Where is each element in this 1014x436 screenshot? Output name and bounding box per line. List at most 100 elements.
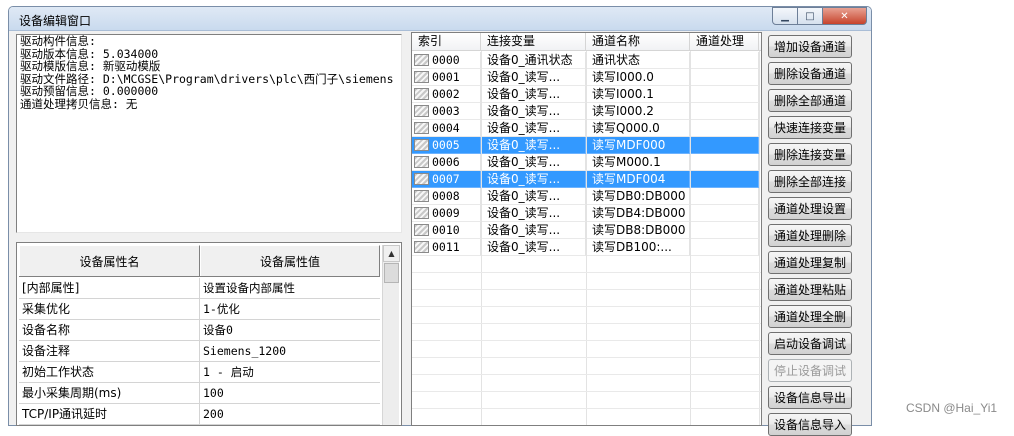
channel-name: 读写MDF000 [586, 137, 690, 154]
channel-processing [690, 103, 759, 120]
property-name-header[interactable]: 设备属性名 [19, 245, 200, 276]
scrollbar-thumb[interactable] [384, 263, 399, 283]
minimize-icon: ▁ [781, 10, 789, 22]
action-button[interactable]: 快速连接变量 [768, 116, 852, 139]
channel-processing [690, 86, 759, 103]
action-button[interactable]: 增加设备通道 [768, 35, 852, 58]
channel-icon [414, 207, 429, 219]
channel-index-cell: 0000 [412, 52, 481, 69]
channel-processing [690, 239, 759, 256]
scroll-up-icon[interactable]: ▲ [383, 245, 400, 262]
channel-processing [690, 205, 759, 222]
grid-line [412, 323, 761, 324]
channel-index: 0005 [432, 138, 460, 152]
channel-processing [690, 120, 759, 137]
grid-line [412, 289, 761, 290]
property-value-header[interactable]: 设备属性值 [200, 245, 380, 276]
property-row[interactable]: TCP/IP通讯延时 200 [19, 404, 380, 425]
grid-line [412, 408, 761, 409]
property-value[interactable]: 设置设备内部属性 [200, 278, 380, 298]
column-header-index[interactable]: 索引 [412, 33, 481, 50]
action-button[interactable]: 通道处理全删 [768, 305, 852, 328]
channel-index-cell: 0005 [412, 137, 481, 154]
channel-icon [414, 190, 429, 202]
grid-line [690, 51, 691, 425]
action-button[interactable]: 删除连接变量 [768, 143, 852, 166]
property-name: 最小采集周期(ms) [19, 383, 200, 403]
channel-icon [414, 224, 429, 236]
property-row[interactable]: 最小采集周期(ms) 100 [19, 383, 380, 404]
action-button[interactable]: 通道处理复制 [768, 251, 852, 274]
channel-icon [414, 71, 429, 83]
property-value[interactable]: 100 [200, 383, 380, 403]
action-button[interactable]: 启动设备调试 [768, 332, 852, 355]
driver-info-line: 驱动模版信息: 新驱动模版 [20, 59, 161, 74]
action-button[interactable]: 设备信息导出 [768, 386, 852, 409]
action-button[interactable]: 删除设备通道 [768, 62, 852, 85]
device-properties-grid: 设备属性名 设备属性值 [内部属性] 设置设备内部属性 采集优化 1-优化 设备名称… [16, 242, 402, 426]
action-button[interactable]: 通道处理删除 [768, 224, 852, 247]
action-button[interactable]: 通道处理粘贴 [768, 278, 852, 301]
action-button: 停止设备调试 [768, 359, 852, 382]
property-value[interactable]: 1 - 启动 [200, 362, 380, 382]
window-title: 设备编辑窗口 [19, 14, 92, 28]
channel-name: 读写I000.0 [586, 69, 690, 86]
grid-line [412, 306, 761, 307]
channel-name: 读写I000.2 [586, 103, 690, 120]
grid-line [412, 391, 761, 392]
property-row[interactable]: 采集优化 1-优化 [19, 299, 380, 320]
channel-index: 0008 [432, 189, 460, 203]
property-value[interactable]: 1-优化 [200, 299, 380, 319]
grid-line [412, 272, 761, 273]
close-button[interactable]: ✕ [823, 7, 867, 25]
property-row[interactable]: 设备注释 Siemens_1200 [19, 341, 380, 362]
driver-info-panel[interactable]: 驱动构件信息: 驱动版本信息: 5.034000 驱动模版信息: 新驱动模版 驱… [16, 34, 402, 233]
property-name: 设备注释 [19, 341, 200, 361]
column-header-processing[interactable]: 通道处理 [690, 33, 759, 50]
channel-icon [414, 122, 429, 134]
action-button[interactable]: 删除全部连接 [768, 170, 852, 193]
channel-variable: 设备0_读写... [481, 120, 586, 137]
channel-name: 读写DB4:DB000 [586, 205, 690, 222]
column-header-variable[interactable]: 连接变量 [481, 33, 586, 50]
property-row[interactable]: [内部属性] 设置设备内部属性 [19, 278, 380, 299]
channel-name: 读写Q000.0 [586, 120, 690, 137]
action-button[interactable]: 删除全部通道 [768, 89, 852, 112]
channel-index: 0010 [432, 223, 460, 237]
title-bar[interactable]: 设备编辑窗口 ▁ □ ✕ [9, 7, 871, 31]
maximize-button[interactable]: □ [798, 7, 823, 25]
channel-processing [690, 222, 759, 239]
channel-icon [414, 156, 429, 168]
property-value[interactable]: 200 [200, 404, 380, 424]
property-row[interactable]: 初始工作状态 1 - 启动 [19, 362, 380, 383]
grid-line [759, 51, 760, 425]
watermark: CSDN @Hai_Yi1 [906, 401, 998, 415]
channel-variable: 设备0_读写... [481, 171, 586, 188]
channel-index-cell: 0009 [412, 205, 481, 222]
channel-index-cell: 0004 [412, 120, 481, 137]
channel-index-cell: 0011 [412, 239, 481, 256]
maximize-icon: □ [805, 10, 815, 22]
property-value[interactable]: Siemens_1200 [200, 341, 380, 361]
channel-variable: 设备0_读写... [481, 205, 586, 222]
minimize-button[interactable]: ▁ [772, 7, 798, 25]
column-header-channel-name[interactable]: 通道名称 [586, 33, 690, 50]
channel-icon [414, 241, 429, 253]
property-value[interactable]: 设备0 [200, 320, 380, 340]
action-button[interactable]: 通道处理设置 [768, 197, 852, 220]
grid-line [586, 51, 587, 425]
channel-index: 0006 [432, 155, 460, 169]
channel-name: 读写DB0:DB000 [586, 188, 690, 205]
channel-processing [690, 154, 759, 171]
channel-index: 0002 [432, 87, 460, 101]
property-row[interactable]: 设备名称 设备0 [19, 320, 380, 341]
channel-name: 读写DB8:DB000 [586, 222, 690, 239]
channel-icon [414, 173, 429, 185]
channel-processing [690, 171, 759, 188]
channel-index-cell: 0003 [412, 103, 481, 120]
channel-list-header: 索引 连接变量 通道名称 通道处理 [412, 33, 761, 51]
properties-scrollbar[interactable]: ▲ [382, 245, 400, 425]
channel-processing [690, 188, 759, 205]
channel-list: 索引 连接变量 通道名称 通道处理 0000 设备0_通讯状态 通讯状态 0001 设备… [411, 32, 762, 426]
action-button[interactable]: 设备信息导入 [768, 413, 852, 436]
